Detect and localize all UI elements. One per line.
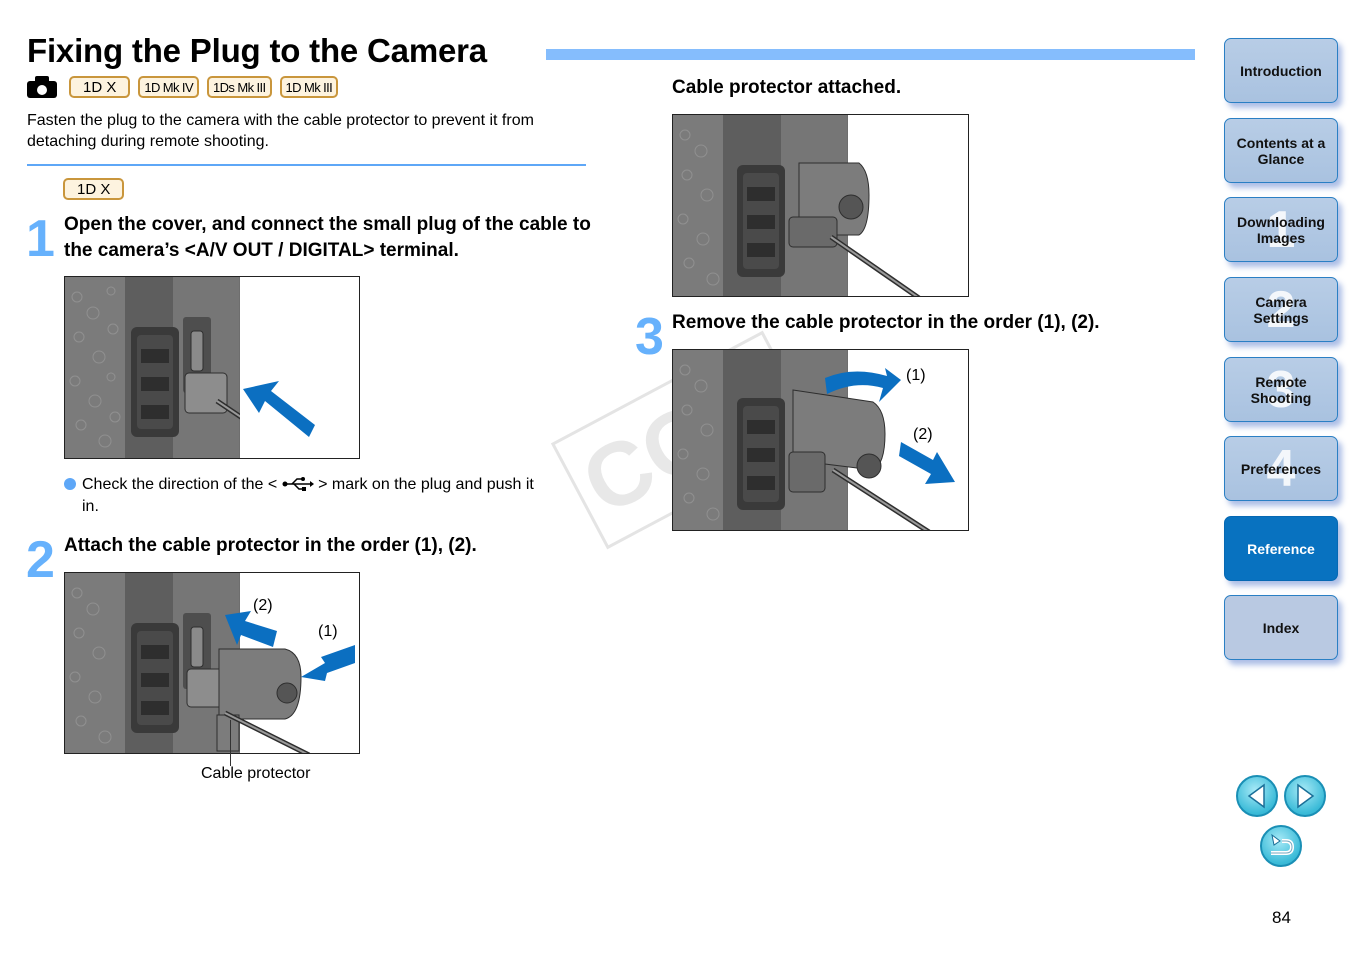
return-arrow-icon: [1271, 833, 1295, 855]
nav-reference[interactable]: Reference: [1224, 516, 1338, 581]
nav-label: Index: [1262, 619, 1300, 636]
nav-remote-shooting[interactable]: 3 Remote Shooting: [1224, 357, 1338, 422]
label-2: (2): [253, 597, 273, 614]
caption-leader-line: [230, 720, 231, 766]
step-number-1: 1: [26, 210, 55, 268]
figure-step2-attach-protector: (2) (1): [64, 572, 360, 754]
triangle-left-icon: [1247, 783, 1265, 809]
figure-step1-connect-plug: [64, 276, 360, 459]
usb-icon: [282, 477, 314, 491]
figure-step3-remove-protector: (1) (2): [672, 349, 969, 531]
note-text-before: Check the direction of the <: [82, 476, 278, 493]
label-1: (1): [906, 367, 926, 384]
figure-protector-attached: [672, 114, 969, 297]
step-number-3: 3: [635, 308, 664, 366]
nav-label: Reference: [1247, 540, 1315, 557]
section-model-badge: 1D X: [63, 178, 125, 200]
result-heading: Cable protector attached.: [672, 77, 902, 98]
note-text-continued: in.: [82, 498, 99, 515]
step-1-text: Open the cover, and connect the small pl…: [64, 214, 591, 261]
note-text-after: > mark on the plug and push it: [318, 476, 534, 493]
triangle-right-icon: [1297, 783, 1315, 809]
nav-index[interactable]: Index: [1224, 595, 1338, 660]
model-badge-1dmk3: 1D Mk III: [279, 76, 339, 98]
title-rule: [546, 49, 1195, 60]
step-1-note: Check the direction of the < > mark on t…: [64, 474, 584, 518]
nav-preferences[interactable]: 4 Preferences: [1224, 436, 1338, 501]
page-number: 84: [1272, 908, 1291, 927]
label-1: (1): [318, 623, 338, 640]
model-badge-1dmk4: 1D Mk IV: [138, 76, 200, 98]
step-2-text: Attach the cable protector in the order …: [64, 535, 477, 556]
model-badge-1dsmk3: 1Ds Mk III: [207, 76, 272, 98]
return-button[interactable]: [1260, 825, 1302, 867]
nav-label: Contents at a Glance: [1236, 134, 1326, 167]
nav-introduction[interactable]: Introduction: [1224, 38, 1338, 103]
nav-contents-at-a-glance[interactable]: Contents at a Glance: [1224, 118, 1338, 183]
model-badges: 1D X 1D Mk IV 1Ds Mk III 1D Mk III: [27, 76, 339, 98]
next-page-button[interactable]: [1284, 775, 1326, 817]
camera-illustration: [65, 573, 359, 753]
previous-page-button[interactable]: [1236, 775, 1278, 817]
camera-illustration: [673, 115, 968, 296]
nav-camera-settings[interactable]: 2 Camera Settings: [1224, 277, 1338, 342]
step-3-text: Remove the cable protector in the order …: [672, 312, 1100, 333]
step-number-2: 2: [26, 531, 55, 589]
cable-protector-caption: Cable protector: [201, 765, 311, 782]
nav-label: Camera Settings: [1253, 293, 1309, 326]
intro-text: Fasten the plug to the camera with the c…: [27, 112, 534, 150]
camera-icon: [27, 76, 57, 98]
page-title: Fixing the Plug to the Camera: [27, 32, 487, 69]
nav-label: Introduction: [1240, 62, 1322, 79]
section-divider: [27, 164, 586, 166]
nav-label: Remote Shooting: [1250, 373, 1312, 406]
bullet-icon: [64, 478, 76, 490]
nav-label: Preferences: [1240, 460, 1322, 477]
nav-label: Downloading Images: [1237, 213, 1325, 246]
camera-illustration: [65, 277, 359, 458]
model-badge-1dx: 1D X: [69, 76, 131, 98]
label-2: (2): [913, 426, 933, 443]
nav-downloading-images[interactable]: 1 Downloading Images: [1224, 197, 1338, 262]
